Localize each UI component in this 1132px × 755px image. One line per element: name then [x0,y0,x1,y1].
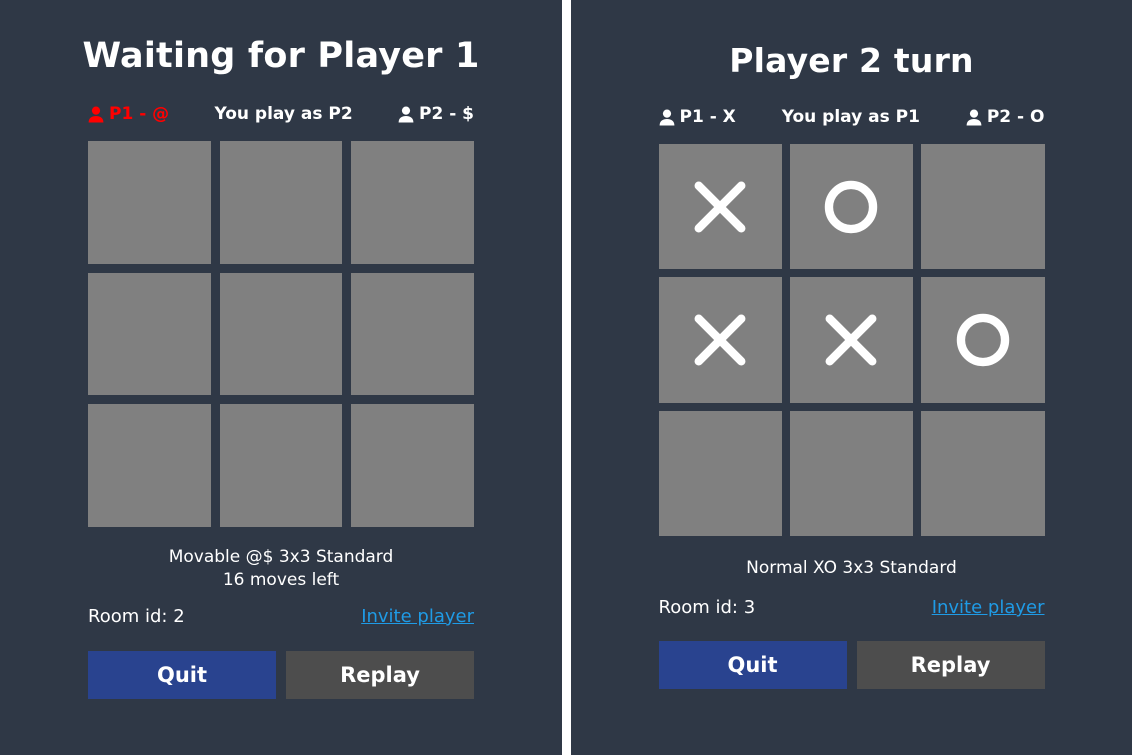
x-mark-icon [826,314,877,366]
board-cell-1[interactable] [789,144,914,270]
board-cell-3[interactable] [658,277,782,403]
person-icon [966,109,982,125]
player-two-status: P2 - O [966,107,1045,127]
board-cell-1[interactable] [219,141,343,264]
page-title: Waiting for Player 1 [82,36,480,76]
game-board [88,141,474,527]
player-status-bar: P1 - X You play as P1 P2 - O [659,107,1045,127]
board-cell-6[interactable] [658,410,782,536]
invite-player-link[interactable]: Invite player [932,597,1045,618]
tic-tac-toe-dual-view: Waiting for Player 1 P1 - @ You play as … [0,0,1132,755]
room-info-row: Room id: 2 Invite player [88,606,474,627]
replay-button[interactable]: Replay [856,640,1045,689]
game-panel-right: Player 2 turn P1 - X You play as P1 P2 -… [571,0,1132,755]
board-cell-5[interactable] [351,272,474,396]
game-mode-info: Movable @$ 3x3 Standard 16 moves left [168,547,394,590]
board-cell-3[interactable] [88,272,211,396]
invite-player-link[interactable]: Invite player [361,606,474,627]
x-mark-icon [694,181,746,233]
board-cell-0[interactable] [658,144,782,270]
panel-divider [562,0,571,755]
room-id-label: Room id: 3 [658,596,756,618]
person-icon [659,109,674,125]
board-cell-4[interactable] [219,272,343,396]
person-icon [88,106,104,122]
o-mark-icon [956,313,1010,367]
player-two-status: P2 - $ [398,104,474,124]
quit-button[interactable]: Quit [88,650,276,699]
board-cell-4[interactable] [789,277,914,403]
board-cell-7[interactable] [789,410,914,536]
x-mark-icon [694,314,746,366]
quit-button[interactable]: Quit [658,640,847,689]
player-one-status: P1 - @ [88,104,169,124]
room-id-label: Room id: 2 [88,605,185,627]
action-button-row: Quit Replay [88,650,474,699]
game-panel-left: Waiting for Player 1 P1 - @ You play as … [0,0,562,755]
player-two-label: P2 - $ [418,104,474,124]
player-one-status: P1 - X [659,107,736,127]
board-cell-5[interactable] [921,277,1045,403]
person-icon [398,106,414,122]
board-cell-6[interactable] [88,404,211,527]
o-mark-icon [825,180,878,233]
replay-button[interactable]: Replay [286,650,474,699]
board-cell-7[interactable] [219,404,343,527]
you-play-as-label: You play as P2 [214,104,353,124]
action-button-row: Quit Replay [658,640,1045,689]
board-cell-8[interactable] [921,410,1045,536]
player-one-label: P1 - X [679,107,736,127]
game-board [658,144,1045,536]
player-one-label: P1 - @ [109,104,170,124]
you-play-as-label: You play as P1 [781,107,920,127]
room-info-row: Room id: 3 Invite player [659,597,1045,618]
page-title: Player 2 turn [729,41,974,80]
board-cell-2[interactable] [921,144,1045,270]
board-cell-0[interactable] [88,141,211,264]
player-two-label: P2 - O [986,107,1045,127]
board-cell-8[interactable] [351,404,474,527]
board-cell-2[interactable] [351,141,474,264]
player-status-bar: P1 - @ You play as P2 P2 - $ [88,104,474,124]
game-mode-info: Normal XO 3x3 Standard [746,558,957,578]
